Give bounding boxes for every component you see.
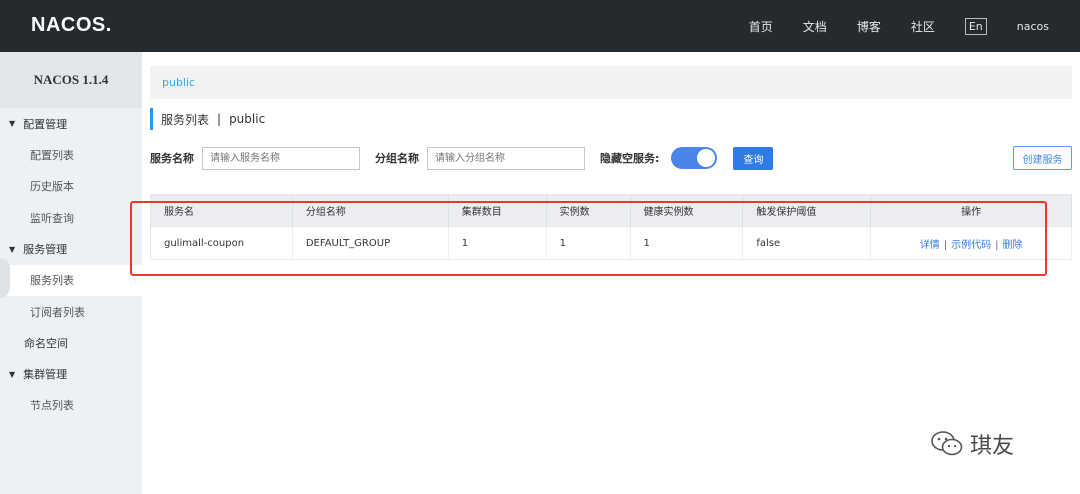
- caret-down-icon: ▼: [9, 119, 16, 128]
- table-header-row: 服务名 分组名称 集群数目 实例数 健康实例数 触发保护阈值 操作: [150, 194, 1072, 227]
- nav-docs[interactable]: 文档: [803, 18, 827, 35]
- menu-group-label: 服务管理: [23, 243, 68, 256]
- user-name[interactable]: nacos: [1017, 20, 1049, 33]
- caret-down-icon: ▼: [9, 369, 16, 379]
- page-title: 服务列表 | public: [150, 108, 265, 130]
- nav-blog[interactable]: 博客: [857, 18, 881, 35]
- hide-empty-toggle[interactable]: [671, 147, 718, 169]
- service-name-label: 服务名称: [150, 152, 194, 165]
- menu-group-label: 集群管理: [23, 368, 68, 381]
- menu-item-subscriber-list[interactable]: 订阅者列表: [0, 296, 142, 328]
- filter-row: 服务名称 分组名称 隐藏空服务: 查询: [150, 146, 774, 170]
- sidebar-active-indicator: [0, 258, 10, 298]
- col-header-group-name[interactable]: 分组名称: [292, 194, 449, 227]
- action-separator: |: [943, 239, 948, 251]
- menu-item-config-list[interactable]: 配置列表: [0, 139, 142, 171]
- col-header-instance-count[interactable]: 实例数: [546, 194, 631, 227]
- sample-code-link[interactable]: 示例代码: [951, 240, 991, 251]
- service-table: 服务名 分组名称 集群数目 实例数 健康实例数 触发保护阈值 操作 gulima…: [150, 194, 1072, 260]
- menu-group-cluster[interactable]: ▼ 集群管理: [0, 359, 142, 390]
- cell-group-name: DEFAULT_GROUP: [292, 226, 449, 260]
- query-button[interactable]: 查询: [733, 146, 774, 170]
- group-name-input[interactable]: [427, 146, 585, 170]
- version-label: NACOS 1.1.4: [0, 52, 142, 108]
- top-nav: 首页 文档 博客 社区 En nacos: [749, 0, 1080, 52]
- menu-group-label: 配置管理: [23, 117, 68, 131]
- caret-down-icon: ▼: [9, 244, 16, 254]
- wechat-icon: [931, 431, 963, 456]
- cell-cluster-count: 1: [448, 226, 547, 260]
- create-service-button[interactable]: 创建服务: [1013, 146, 1072, 170]
- detail-link[interactable]: 详情: [920, 240, 940, 251]
- menu-item-listener-query[interactable]: 监听查询: [0, 202, 142, 234]
- col-header-cluster-count[interactable]: 集群数目: [448, 194, 547, 227]
- col-header-service-name[interactable]: 服务名: [150, 194, 293, 227]
- namespace-bar: public: [150, 66, 1072, 99]
- hide-empty-label: 隐藏空服务:: [600, 152, 660, 165]
- service-name-input[interactable]: [202, 146, 360, 170]
- action-separator: |: [995, 239, 999, 251]
- col-header-actions: 操作: [870, 194, 1072, 227]
- nav-home[interactable]: 首页: [749, 18, 773, 35]
- cell-instance-count: 1: [546, 226, 631, 260]
- language-toggle[interactable]: En: [964, 17, 987, 35]
- delete-link[interactable]: 删除: [1002, 240, 1022, 251]
- col-header-protect-threshold[interactable]: 触发保护阈值: [742, 194, 872, 227]
- menu-item-node-list[interactable]: 节点列表: [0, 390, 142, 422]
- nacos-logo[interactable]: NACOS.: [31, 14, 112, 37]
- watermark: 琪友: [930, 428, 1014, 460]
- cell-service-name: gulimall-coupon: [150, 226, 293, 260]
- menu-item-service-list[interactable]: 服务列表: [0, 264, 142, 296]
- col-header-healthy-count[interactable]: 健康实例数: [630, 194, 744, 227]
- nav-community[interactable]: 社区: [911, 18, 935, 35]
- toggle-knob: [697, 149, 716, 167]
- namespace-link[interactable]: public: [162, 76, 195, 89]
- watermark-text: 琪友: [970, 434, 1015, 459]
- sidebar: NACOS 1.1.4 ▼ 配置管理 配置列表 历史版本 监听查询 ▼ 服务管理…: [0, 52, 142, 494]
- cell-healthy-count: 1: [630, 226, 744, 260]
- menu-group-config[interactable]: ▼ 配置管理: [0, 108, 142, 139]
- cell-actions: 详情 | 示例代码 | 删除: [870, 226, 1072, 260]
- group-name-label: 分组名称: [375, 152, 419, 165]
- top-bar: NACOS. 首页 文档 博客 社区 En nacos: [0, 0, 1080, 52]
- menu-item-history[interactable]: 历史版本: [0, 171, 142, 203]
- menu-group-service[interactable]: ▼ 服务管理: [0, 234, 142, 265]
- page-title-namespace: public: [229, 112, 266, 126]
- table-row: gulimall-coupon DEFAULT_GROUP 1 1 1 fals…: [150, 226, 1072, 260]
- page-title-text: 服务列表: [161, 112, 210, 127]
- cell-protect-threshold: false: [742, 226, 872, 260]
- title-separator: |: [217, 112, 222, 126]
- menu-item-namespace[interactable]: 命名空间: [0, 328, 142, 359]
